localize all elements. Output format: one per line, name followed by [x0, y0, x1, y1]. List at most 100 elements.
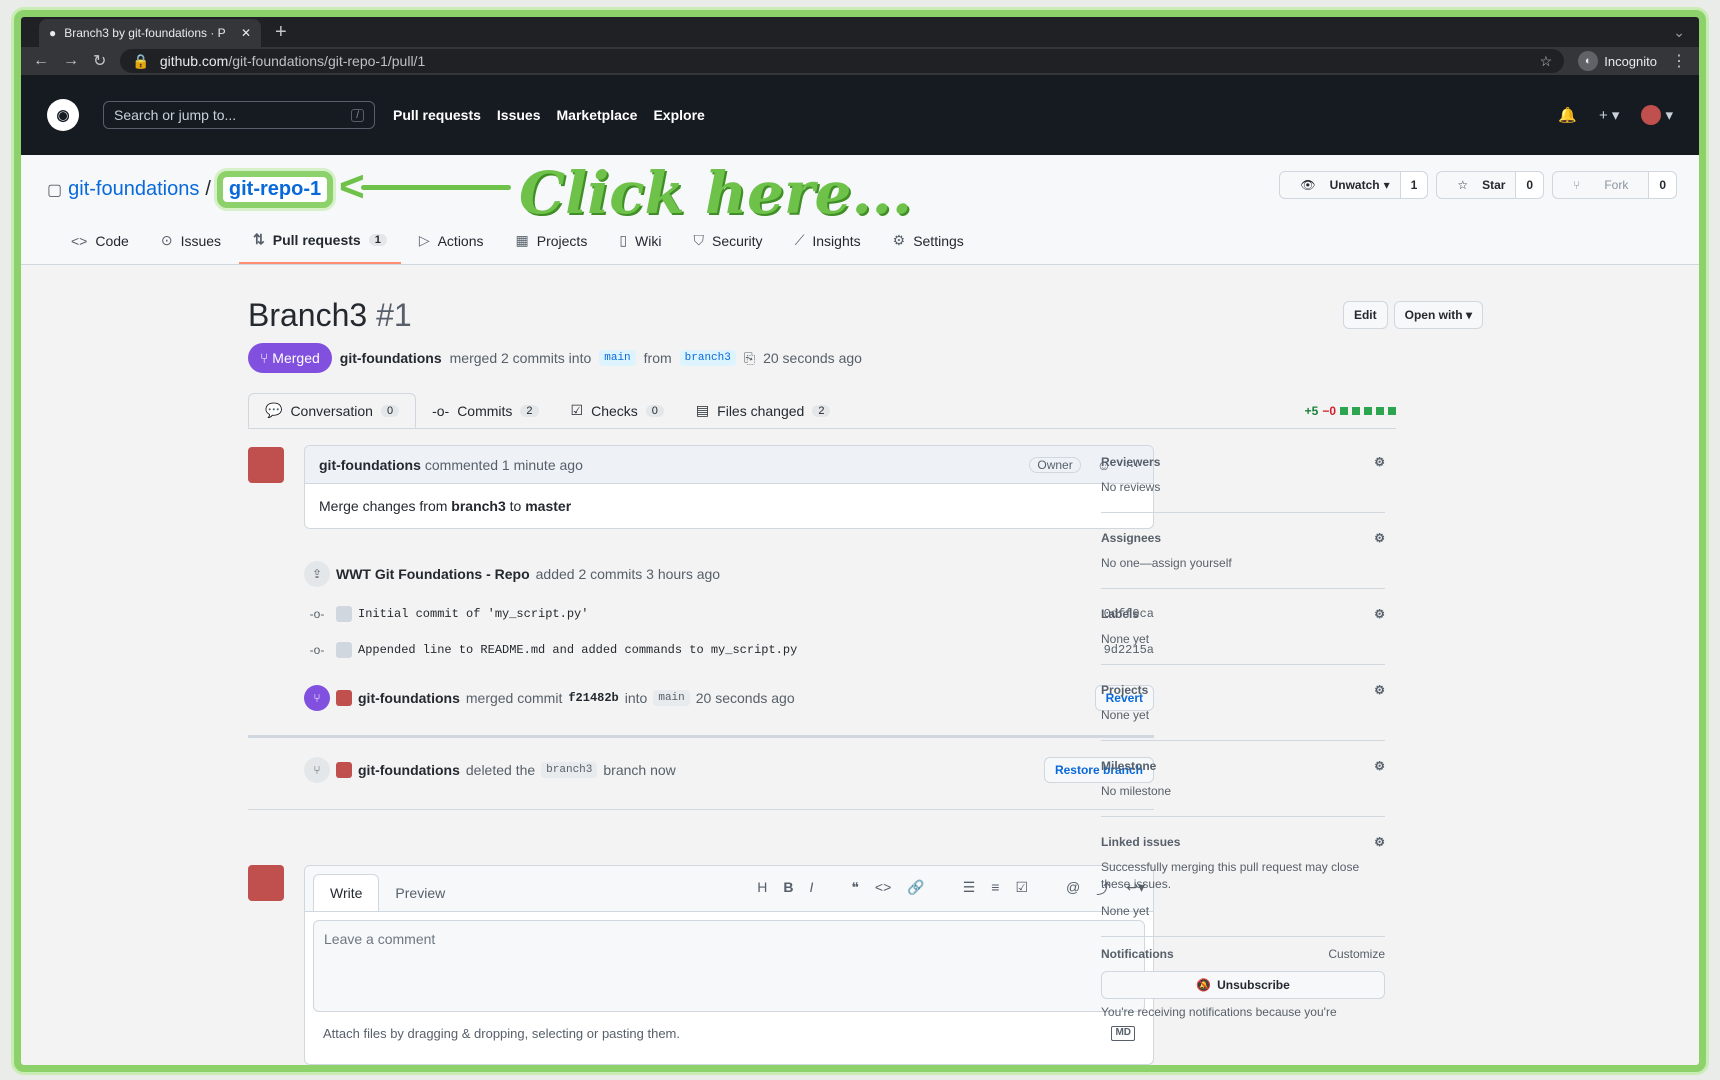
- star-count[interactable]: 0: [1515, 172, 1544, 198]
- fork-count[interactable]: 0: [1648, 172, 1676, 198]
- bulleted-list-icon[interactable]: ☰: [963, 879, 976, 899]
- search-input[interactable]: Search or jump to... /: [103, 101, 375, 129]
- github-logo-icon[interactable]: ◉: [47, 99, 79, 131]
- tab-pull-requests[interactable]: ⇅ Pull requests 1: [239, 221, 401, 264]
- edit-button[interactable]: Edit: [1342, 301, 1388, 329]
- gear-icon[interactable]: ⚙: [1374, 683, 1385, 697]
- customize-link[interactable]: Customize: [1328, 947, 1385, 961]
- browser-tab[interactable]: ● Branch3 by git-foundations · P ✕: [39, 19, 261, 47]
- nav-pull-requests[interactable]: Pull requests: [393, 107, 481, 123]
- gear-icon[interactable]: ⚙: [1374, 531, 1385, 545]
- tab-preview[interactable]: Preview: [379, 875, 461, 911]
- numbered-list-icon[interactable]: ≡: [991, 879, 999, 899]
- unsubscribe-button[interactable]: 🔕 Unsubscribe: [1101, 971, 1385, 999]
- comment-text: Merge changes from: [319, 498, 448, 514]
- address-bar[interactable]: 🔒 github.com /git-foundations/git-repo-1…: [120, 49, 1565, 73]
- tab-actions[interactable]: ▷ Actions: [405, 221, 498, 264]
- fork-button[interactable]: ⑂ Fork 0: [1552, 171, 1677, 199]
- mention-icon[interactable]: @: [1066, 879, 1080, 899]
- tab-checks[interactable]: ☑ Checks 0: [555, 393, 680, 428]
- nav-marketplace[interactable]: Marketplace: [557, 107, 638, 123]
- tab-label: Commits: [457, 402, 513, 419]
- gear-icon[interactable]: ⚙: [1374, 607, 1385, 621]
- tab-settings[interactable]: ⚙ Settings: [879, 221, 978, 264]
- pr-author-link[interactable]: git-foundations: [340, 350, 442, 366]
- star-button[interactable]: ☆ Star 0: [1436, 171, 1545, 199]
- attach-files-hint[interactable]: Attach files by dragging & dropping, sel…: [313, 1020, 1145, 1047]
- forward-icon[interactable]: →: [63, 52, 79, 70]
- reload-icon[interactable]: ↻: [93, 51, 106, 71]
- copy-icon[interactable]: ⎘: [744, 350, 755, 367]
- avatar[interactable]: [248, 447, 284, 483]
- bookmark-star-icon[interactable]: ☆: [1540, 53, 1553, 70]
- italic-icon[interactable]: I: [809, 879, 813, 899]
- tab-issues[interactable]: ⊙ Issues: [147, 221, 235, 264]
- tab-projects[interactable]: ▦ Projects: [502, 221, 602, 264]
- event-actor-link[interactable]: WWT Git Foundations - Repo: [336, 566, 530, 582]
- merge-description: merged 2 commits into: [449, 350, 592, 366]
- unwatch-button[interactable]: 👁 Unwatch ▾ 1: [1279, 171, 1429, 199]
- comment-meta[interactable]: commented 1 minute ago: [425, 457, 583, 473]
- repo-name-link[interactable]: git-repo-1: [216, 171, 334, 208]
- sidebar-value: No milestone: [1101, 784, 1172, 798]
- gear-icon[interactable]: ⚙: [1374, 455, 1385, 469]
- avatar[interactable]: [248, 865, 284, 901]
- tab-security[interactable]: ⛉ Security: [679, 221, 776, 264]
- markdown-icon[interactable]: MD: [1111, 1026, 1135, 1041]
- base-branch[interactable]: main: [599, 350, 636, 366]
- merge-icon: ⑂: [260, 350, 269, 366]
- toolbar-spacer: [829, 879, 835, 899]
- back-icon[interactable]: ←: [33, 52, 49, 70]
- incognito-indicator[interactable]: ◐ Incognito: [1578, 51, 1657, 71]
- browser-tab-title: Branch3 by git-foundations · P: [64, 26, 226, 40]
- open-with-button[interactable]: Open with ▾: [1393, 301, 1483, 329]
- tab-files-changed[interactable]: ▤ Files changed 2: [680, 393, 847, 428]
- bell-slash-icon: 🔕: [1196, 978, 1212, 992]
- tab-label: Security: [711, 232, 763, 249]
- assign-yourself-link[interactable]: No one—assign yourself: [1101, 555, 1385, 572]
- new-tab-icon[interactable]: +: [275, 21, 287, 44]
- play-icon: ▷: [418, 232, 430, 248]
- tab-search-icon[interactable]: ⌄: [1673, 24, 1685, 41]
- bold-icon[interactable]: B: [783, 879, 793, 899]
- diffstat-block: [1364, 406, 1372, 415]
- event-actor-link[interactable]: git-foundations: [358, 690, 460, 706]
- gear-icon[interactable]: ⚙: [1374, 835, 1385, 849]
- commit-icon: -o-: [432, 402, 450, 419]
- sidebar-heading: Projects: [1101, 683, 1149, 697]
- nav-issues[interactable]: Issues: [497, 107, 541, 123]
- task-list-icon[interactable]: ☑: [1015, 879, 1028, 899]
- gear-icon: ⚙: [892, 232, 906, 248]
- user-menu[interactable]: ▾: [1641, 105, 1673, 125]
- watch-count[interactable]: 1: [1399, 172, 1428, 198]
- browser-menu-icon[interactable]: ⋮: [1671, 51, 1687, 71]
- commit-message-link[interactable]: Appended line to README.md and added com…: [358, 643, 797, 657]
- head-branch[interactable]: branch3: [679, 350, 736, 366]
- repo-actions: 👁 Unwatch ▾ 1 ☆ Star 0 ⑂ Fork 0: [1279, 171, 1677, 199]
- quote-icon[interactable]: ❝: [851, 879, 859, 899]
- tab-conversation[interactable]: 💬 Conversation 0: [248, 393, 417, 428]
- tab-wiki[interactable]: ▯ Wiki: [605, 221, 675, 264]
- nav-explore[interactable]: Explore: [653, 107, 704, 123]
- merge-sha-link[interactable]: f21482b: [568, 691, 618, 705]
- code-icon[interactable]: <>: [875, 879, 891, 899]
- repo-owner-link[interactable]: git-foundations: [68, 178, 199, 201]
- notifications-bell-icon[interactable]: 🔔: [1558, 106, 1577, 124]
- comment-author-link[interactable]: git-foundations: [319, 457, 421, 473]
- tab-commits[interactable]: -o- Commits 2: [416, 393, 554, 428]
- comment-text: to: [509, 498, 522, 514]
- gear-icon[interactable]: ⚙: [1374, 759, 1385, 773]
- event-actor-link[interactable]: git-foundations: [358, 762, 460, 778]
- comment-editor: Write Preview H B I ❝ <> 🔗 ☰ ≡ ☑ @ ⤴ ↩▾ …: [304, 865, 1154, 1065]
- comment-textarea[interactable]: Leave a comment: [313, 920, 1145, 1012]
- tab-insights[interactable]: ⟋ Insights: [781, 221, 875, 264]
- commit-message-link[interactable]: Initial commit of 'my_script.py': [358, 607, 588, 621]
- link-icon[interactable]: 🔗: [907, 879, 924, 899]
- repo-header: ▢ git-foundations / git-repo-1 < Click h…: [21, 155, 1699, 265]
- close-tab-icon[interactable]: ✕: [241, 26, 251, 40]
- heading-icon[interactable]: H: [757, 879, 767, 899]
- tab-code[interactable]: <> Code: [57, 221, 143, 264]
- tab-write[interactable]: Write: [313, 874, 380, 911]
- create-new-icon[interactable]: + ▾: [1599, 106, 1619, 124]
- merge-base-branch[interactable]: main: [653, 690, 690, 706]
